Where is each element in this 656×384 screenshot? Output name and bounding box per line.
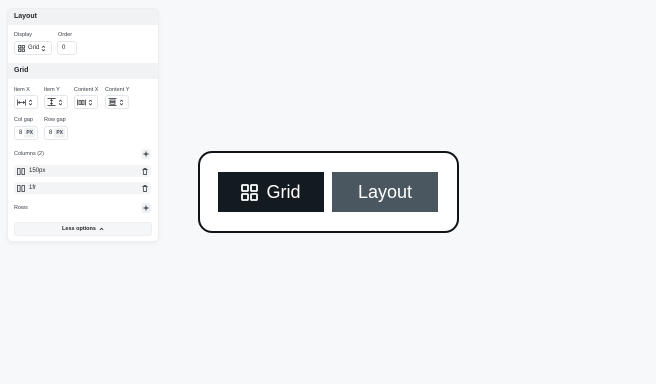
add-row-button[interactable]	[141, 203, 151, 213]
display-label: Display	[14, 32, 33, 38]
grid-icon	[18, 44, 25, 52]
preview-item-layout[interactable]: Layout	[332, 172, 438, 212]
display-select[interactable]: Grid	[14, 41, 52, 55]
grid-section-header: Grid	[8, 63, 158, 79]
rows-label: Rows	[14, 205, 28, 211]
column-value: 150px	[29, 168, 46, 174]
row-gap-value: 8	[49, 130, 53, 136]
grid-icon	[241, 183, 259, 201]
less-options-button[interactable]: Less options	[14, 222, 152, 236]
content-x-label: Content X	[74, 87, 99, 93]
layout-section-header: Layout	[8, 9, 158, 25]
row-gap-unit[interactable]: PX	[54, 128, 65, 138]
preview-item-label: Layout	[357, 181, 413, 202]
order-label: Order	[58, 32, 73, 38]
content-y-label: Content Y	[105, 87, 130, 93]
grid-section-title: Grid	[14, 67, 29, 74]
item-y-select[interactable]	[44, 95, 68, 109]
add-column-button[interactable]	[141, 149, 151, 159]
column-item[interactable]: 150px	[14, 165, 151, 177]
column-item[interactable]: 1fr	[14, 182, 151, 194]
item-x-select[interactable]	[14, 95, 38, 109]
item-y-label: Item Y	[44, 87, 60, 93]
preview-item-label: Grid	[266, 181, 301, 202]
align-stretch-horizontal-icon	[17, 99, 26, 106]
display-value: Grid	[28, 45, 40, 51]
column-icon	[17, 167, 25, 175]
chevron-updown-icon	[28, 99, 33, 106]
col-gap-value: 8	[19, 130, 23, 136]
col-gap-unit[interactable]: PX	[24, 128, 35, 138]
chevron-updown-icon	[58, 99, 63, 106]
row-gap-input[interactable]: 8 PX	[44, 126, 68, 140]
order-input[interactable]: 0	[57, 41, 77, 55]
plus-icon	[143, 205, 149, 211]
chevron-up-icon	[99, 227, 104, 231]
column-icon	[17, 184, 25, 192]
item-x-label: Item X	[14, 87, 30, 93]
col-gap-input[interactable]: 8 PX	[14, 126, 38, 140]
preview-item-grid[interactable]: Grid	[218, 172, 324, 212]
chevron-updown-icon	[41, 45, 46, 52]
content-y-select[interactable]	[105, 95, 129, 109]
row-gap-label: Row gap	[44, 117, 66, 123]
trash-icon[interactable]	[142, 184, 148, 192]
layout-panel: Layout Display Order Grid 0 Grid Item X …	[8, 9, 158, 241]
content-distribute-vertical-icon	[108, 98, 117, 106]
plus-icon	[143, 151, 149, 157]
order-value: 0	[62, 45, 66, 51]
chevron-updown-icon	[88, 99, 93, 106]
less-options-label: Less options	[62, 226, 96, 232]
align-stretch-vertical-icon	[47, 98, 56, 106]
content-x-select[interactable]	[74, 95, 98, 109]
chevron-updown-icon	[119, 99, 124, 106]
layout-section-title: Layout	[14, 13, 37, 20]
columns-label: Columns (2)	[14, 151, 44, 157]
trash-icon[interactable]	[142, 167, 148, 175]
col-gap-label: Col gap	[14, 117, 33, 123]
content-distribute-horizontal-icon	[77, 99, 86, 106]
column-value: 1fr	[29, 185, 37, 191]
